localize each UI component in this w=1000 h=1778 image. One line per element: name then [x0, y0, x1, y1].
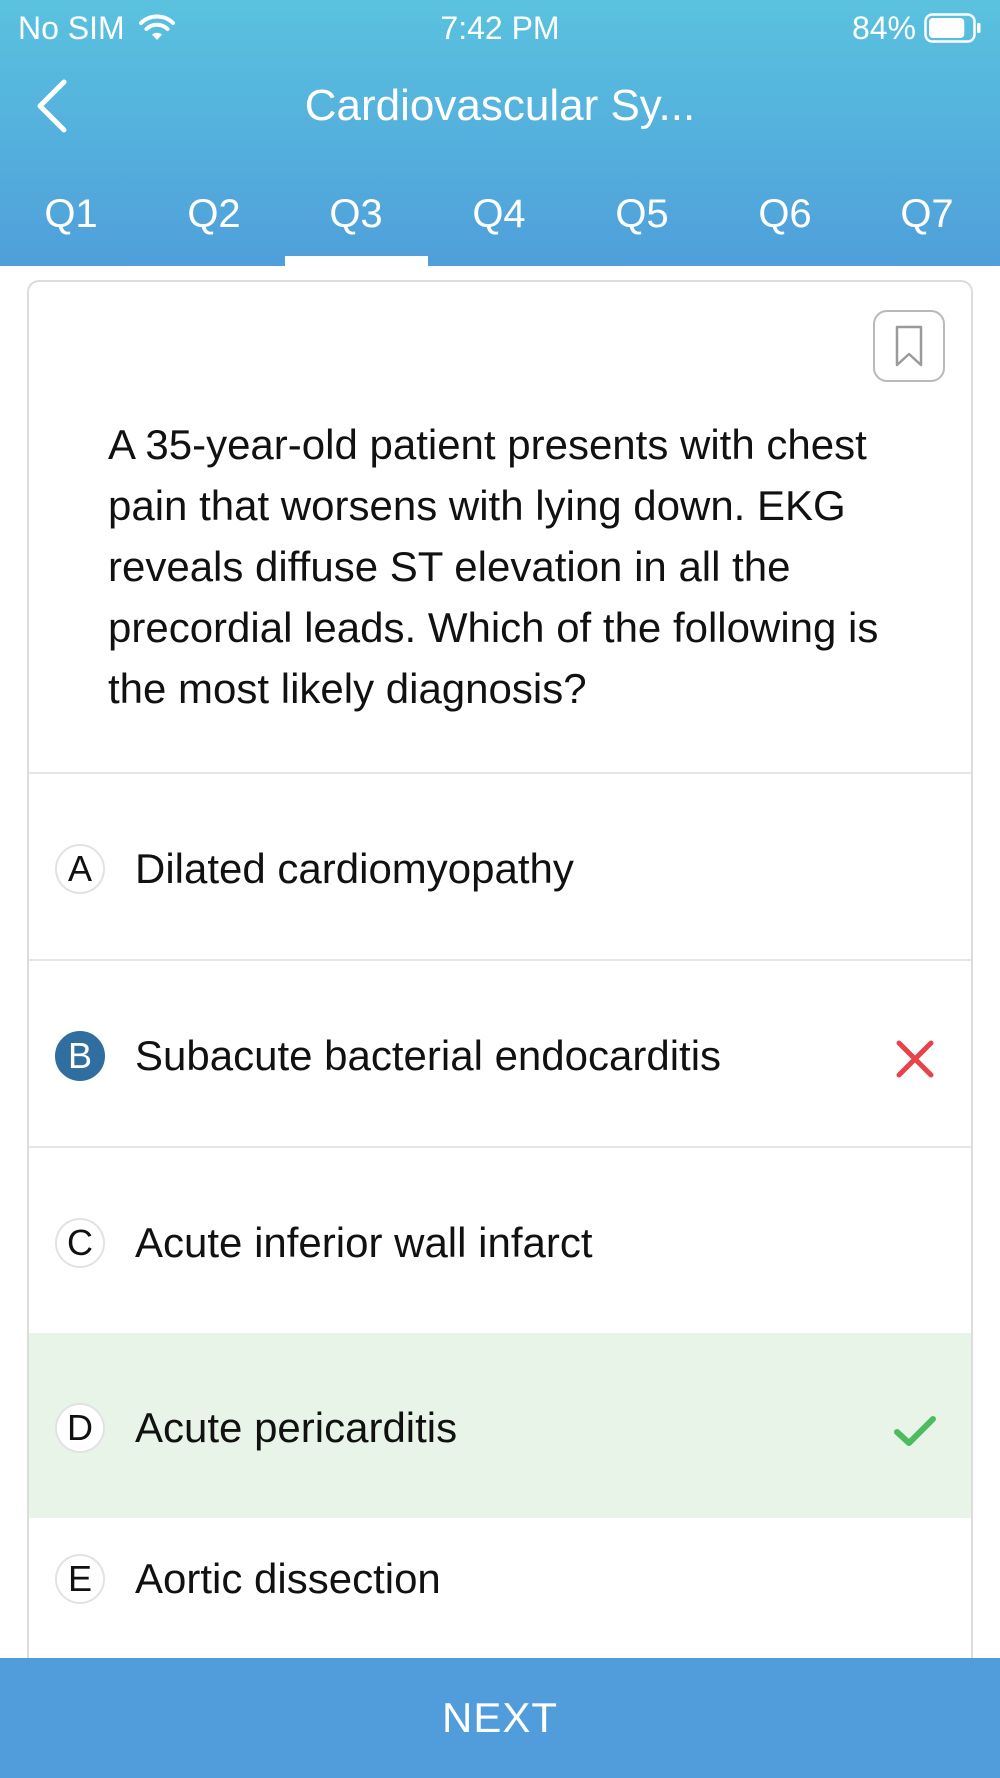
question-card: A 35-year-old patient presents with ches… — [27, 280, 973, 1680]
bookmark-icon — [895, 325, 923, 367]
tab-q4[interactable]: Q4 — [428, 180, 570, 266]
option-b[interactable]: B Subacute bacterial endocarditis — [29, 961, 971, 1146]
battery-icon — [924, 13, 981, 43]
option-letter-badge: D — [55, 1403, 105, 1453]
option-e[interactable]: E Aortic dissection — [29, 1518, 971, 1680]
question-tabs: Q1 Q2 Q3 Q4 Q5 Q6 Q7 — [0, 180, 1000, 266]
option-text: Aortic dissection — [135, 1555, 441, 1602]
tab-q6[interactable]: Q6 — [714, 180, 856, 266]
tab-q1[interactable]: Q1 — [0, 180, 142, 266]
chevron-left-icon — [37, 79, 67, 133]
option-text: Acute inferior wall infarct — [135, 1219, 593, 1266]
tab-q5[interactable]: Q5 — [571, 180, 713, 266]
question-text: A 35-year-old patient presents with ches… — [108, 421, 879, 712]
option-letter-badge: C — [55, 1218, 105, 1268]
tab-q2[interactable]: Q2 — [143, 180, 285, 266]
option-d[interactable]: D Acute pericarditis — [29, 1333, 971, 1518]
page-title: Cardiovascular Sy... — [304, 81, 696, 130]
battery-percent: 84% — [851, 10, 916, 46]
option-c[interactable]: C Acute inferior wall infarct — [29, 1148, 971, 1333]
option-letter-badge: E — [55, 1554, 105, 1604]
header: No SIM 7:42 PM 84% Cardiovascular Sy... — [0, 0, 1000, 266]
option-text: Subacute bacterial endocarditis — [135, 1032, 722, 1079]
nav-bar: Cardiovascular Sy... — [0, 56, 1000, 158]
option-text: Dilated cardiomyopathy — [135, 845, 574, 892]
back-button[interactable] — [24, 74, 88, 138]
active-tab-indicator — [285, 256, 428, 266]
option-text: Acute pericarditis — [135, 1404, 458, 1451]
status-bar: No SIM 7:42 PM 84% — [0, 0, 1000, 56]
status-time: 7:42 PM — [440, 10, 560, 46]
status-right: 84% — [852, 8, 982, 48]
next-button[interactable]: NEXT — [0, 1658, 1000, 1778]
wrong-x-icon — [896, 1040, 934, 1078]
option-letter-badge-selected: B — [55, 1031, 105, 1081]
bookmark-button[interactable] — [873, 310, 945, 382]
option-letter-badge: A — [55, 844, 105, 894]
option-a[interactable]: A Dilated cardiomyopathy — [29, 774, 971, 959]
tab-q3[interactable]: Q3 — [285, 180, 427, 266]
tab-q7[interactable]: Q7 — [856, 180, 998, 266]
correct-check-icon — [894, 1416, 936, 1446]
